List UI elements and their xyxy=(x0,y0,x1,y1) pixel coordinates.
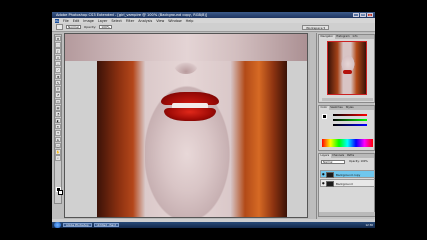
blue-slider[interactable] xyxy=(333,124,367,126)
tab-styles[interactable]: Styles xyxy=(344,106,355,110)
red-slider[interactable] xyxy=(333,114,367,116)
tool-preset-picker[interactable] xyxy=(56,24,63,30)
layer-thumbnail xyxy=(326,172,334,178)
menu-layer[interactable]: Layer xyxy=(98,19,107,23)
tab-layers[interactable]: Layers xyxy=(319,154,331,158)
healing-brush-tool-icon[interactable]: ✚ xyxy=(55,73,61,80)
blend-mode-select[interactable]: Normal xyxy=(321,160,345,164)
menu-image[interactable]: Image xyxy=(83,19,94,23)
hair-right xyxy=(231,61,287,217)
layer-name: Background copy xyxy=(336,173,361,177)
color-ramp[interactable] xyxy=(322,139,373,147)
menu-analysis[interactable]: Analysis xyxy=(138,19,152,23)
crop-tool-icon[interactable]: ⌗ xyxy=(55,60,61,67)
shape-tool-icon[interactable]: ▢ xyxy=(55,142,61,149)
transparent-canvas-area-left xyxy=(65,61,97,217)
green-slider[interactable] xyxy=(333,119,367,121)
tab-color[interactable]: Color xyxy=(319,106,329,110)
workspace-button[interactable]: Workspace ▾ xyxy=(302,24,329,30)
zoom-tool-icon[interactable]: ⌕ xyxy=(55,155,61,161)
layer-opacity[interactable]: Opacity: 100% xyxy=(349,160,368,163)
menu-file[interactable]: File xyxy=(63,19,69,23)
navigator-zoom-slider[interactable] xyxy=(322,98,373,101)
move-tool-icon[interactable]: ✥ xyxy=(55,35,61,42)
hair-left xyxy=(97,61,145,217)
menu-view[interactable]: View xyxy=(156,19,164,23)
transparent-canvas-area-right xyxy=(287,61,307,217)
close-button[interactable]: x xyxy=(367,12,373,17)
layer-row[interactable]: ● Background xyxy=(320,179,375,187)
menu-edit[interactable]: Edit xyxy=(73,19,80,23)
history-brush-tool-icon[interactable]: ↺ xyxy=(55,92,61,98)
opacity-field[interactable]: 100% xyxy=(99,25,112,29)
menu-select[interactable]: Select xyxy=(111,19,121,23)
tab-histogram[interactable]: Histogram xyxy=(335,35,351,39)
navigator-tabs: Navigator Histogram Info xyxy=(319,35,374,39)
tab-channels[interactable]: Channels xyxy=(331,154,346,158)
layer-thumbnail xyxy=(326,181,334,187)
mode-select[interactable]: Normal xyxy=(66,25,81,29)
document-workspace[interactable] xyxy=(64,33,310,219)
color-tabs: Color Swatches Styles xyxy=(319,106,374,110)
layer-row[interactable]: ● Background copy xyxy=(320,170,375,178)
photoshop-logo-icon: Ps xyxy=(55,18,59,23)
windows-taskbar: Adobe Photoshop Untitled - Paint 12:30 xyxy=(52,222,375,228)
taskbar-item-paint[interactable]: Untitled - Paint xyxy=(93,222,119,228)
dodge-tool-icon[interactable]: ◐ xyxy=(55,117,61,124)
face-upper-layer xyxy=(65,34,307,61)
opacity-label: Opacity: xyxy=(83,25,97,29)
menu-filter[interactable]: Filter xyxy=(126,19,134,23)
tab-swatches[interactable]: Swatches xyxy=(329,106,344,110)
marquee-tool-icon[interactable]: ⬚ xyxy=(55,42,61,48)
pen-tool-icon[interactable]: ✒ xyxy=(55,123,61,130)
system-clock: 12:30 xyxy=(365,223,373,227)
eye-icon[interactable]: ● xyxy=(322,173,325,176)
magic-wand-tool-icon[interactable]: ✶ xyxy=(55,54,61,61)
color-panel: Color Swatches Styles xyxy=(318,105,375,151)
gradient-tool-icon[interactable]: ▤ xyxy=(55,105,61,111)
eraser-tool-icon[interactable]: ▭ xyxy=(55,98,61,105)
tab-info[interactable]: Info xyxy=(351,35,359,39)
minimize-button[interactable]: _ xyxy=(353,12,359,17)
eye-icon[interactable]: ● xyxy=(322,182,325,185)
tab-paths[interactable]: Paths xyxy=(346,154,356,158)
navigator-thumbnail-lips xyxy=(343,70,352,74)
clone-stamp-tool-icon[interactable]: ⚲ xyxy=(55,86,61,92)
background-color-swatch[interactable] xyxy=(57,190,63,195)
brush-tool-icon[interactable]: ✎ xyxy=(55,79,61,86)
layers-tabs: Layers Channels Paths xyxy=(319,154,374,158)
navigator-panel: Navigator Histogram Info xyxy=(318,34,375,103)
vampire-lips xyxy=(161,92,219,121)
eyedropper-tool-icon[interactable]: ⁄ xyxy=(55,67,61,73)
blur-tool-icon[interactable]: ◔ xyxy=(55,111,61,117)
maximize-button[interactable]: □ xyxy=(360,12,366,17)
start-button[interactable] xyxy=(54,222,61,228)
window-controls: _ □ x xyxy=(353,12,373,17)
hand-tool-icon[interactable]: ✋ xyxy=(55,149,61,155)
menu-window[interactable]: Window xyxy=(168,19,181,23)
window-title: Adobe Photoshop CS3 Extended - [girl_vam… xyxy=(56,12,208,17)
photoshop-window: Adobe Photoshop CS3 Extended - [girl_vam… xyxy=(52,12,375,228)
lower-lip xyxy=(164,108,216,121)
taskbar-item-photoshop[interactable]: Adobe Photoshop xyxy=(63,222,92,228)
layer-name: Background xyxy=(336,182,353,186)
document-canvas[interactable] xyxy=(64,33,308,218)
path-selection-tool-icon[interactable]: ➤ xyxy=(55,136,61,143)
lasso-tool-icon[interactable]: ʆ xyxy=(55,48,61,54)
color-panel-foreground-swatch[interactable] xyxy=(322,114,327,119)
type-tool-icon[interactable]: T xyxy=(55,130,61,136)
panel-dock: Navigator Histogram Info Color Swatches … xyxy=(316,33,375,219)
options-bar: Normal Opacity: 100% Workspace ▾ xyxy=(52,23,375,32)
layers-panel: Layers Channels Paths Normal Opacity: 10… xyxy=(318,153,375,217)
toolbox: ✥ ⬚ ʆ ✶ ⌗ ⁄ ✚ ✎ ⚲ ↺ ▭ ▤ ◔ ◐ ✒ T ➤ ▢ ✋ ⌕ xyxy=(54,34,63,204)
tab-navigator[interactable]: Navigator xyxy=(319,35,335,39)
layers-panel-toolbar xyxy=(319,212,375,216)
navigator-thumbnail[interactable] xyxy=(327,41,367,95)
menu-help[interactable]: Help xyxy=(186,19,194,23)
